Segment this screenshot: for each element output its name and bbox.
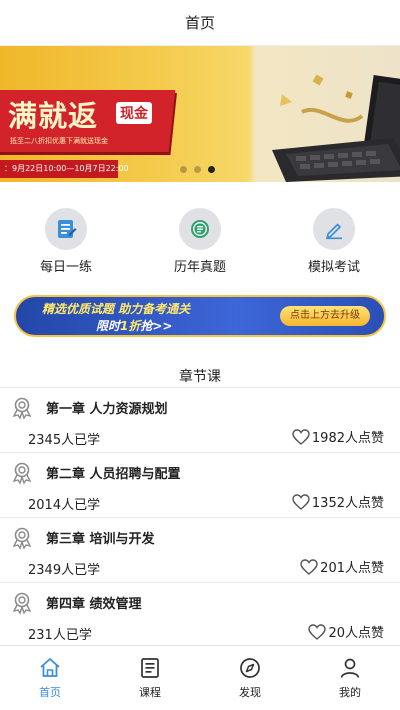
course-learners: 2349人已学 [28, 563, 101, 578]
banner-tag: 现金 [116, 102, 152, 124]
upgrade-promo-banner[interactable]: 精选优质试题 助力备考通关 限时1折抢>> 点击上方去升级 [14, 295, 386, 337]
quick-action-label: 模拟考试 [307, 260, 360, 275]
profile-icon [340, 658, 360, 678]
tab-label: 首页 [39, 686, 61, 699]
course-title: 第二章 人员招聘与配置 [46, 467, 181, 482]
heart-icon [292, 493, 310, 510]
quick-action-label: 每日一练 [39, 260, 92, 275]
upgrade-button[interactable]: 点击上方去升级 [280, 306, 370, 326]
course-icon [141, 658, 159, 678]
like-button[interactable]: 20人点赞 [308, 622, 384, 641]
tab-label: 发现 [239, 686, 261, 699]
page-title: 首页 [184, 14, 215, 32]
promo-banner-carousel[interactable]: 满就返 现金 抵至二八折扣优惠下满就送现金 ：9月22日10:00—10月7日2… [0, 46, 400, 182]
award-ribbon-icon [12, 527, 32, 550]
like-button[interactable]: 1982人点赞 [292, 427, 384, 446]
award-ribbon-icon [12, 397, 32, 420]
laptop-illustration [272, 74, 400, 182]
tab-profile[interactable]: 我的 [300, 646, 400, 710]
tab-courses[interactable]: 课程 [100, 646, 200, 710]
course-learners: 2345人已学 [28, 433, 101, 448]
quick-actions: 每日一练 历年真题 模拟考试 [0, 208, 400, 275]
like-count: 1352人点赞 [311, 496, 384, 511]
home-icon [40, 658, 60, 677]
like-button[interactable]: 201人点赞 [300, 557, 384, 576]
heart-icon [292, 428, 310, 445]
carousel-dot[interactable] [180, 166, 187, 173]
practice-icon [58, 220, 77, 238]
quick-action-daily-practice[interactable]: 每日一练 [6, 208, 126, 275]
promo-offer-discount: 1折 [120, 319, 141, 333]
carousel-dot[interactable] [194, 166, 201, 173]
promo-headline: 精选优质试题 助力备考通关 [42, 302, 191, 316]
quick-action-label: 历年真题 [173, 260, 226, 275]
tab-discover[interactable]: 发现 [200, 646, 300, 710]
top-header: 首页 [0, 0, 400, 46]
past-exams-icon [191, 220, 209, 238]
award-ribbon-icon [12, 462, 32, 485]
like-button[interactable]: 1352人点赞 [292, 492, 384, 511]
heart-icon [300, 558, 318, 575]
tab-home[interactable]: 首页 [0, 646, 100, 710]
bottom-tab-bar: 首页 课程 发现 我的 [0, 645, 400, 710]
quick-action-past-exams[interactable]: 历年真题 [140, 208, 260, 275]
banner-subline: 抵至二八折扣优惠下满就送现金 [10, 137, 108, 145]
mock-exam-icon [326, 223, 342, 240]
banner-headline: 满就返 [8, 99, 99, 133]
course-title: 第四章 绩效管理 [46, 597, 142, 612]
tab-label: 我的 [339, 686, 361, 699]
section-title: 章节课 [179, 369, 221, 385]
course-learners: 231人已学 [28, 628, 92, 643]
promo-offer: 限时1折抢>> [96, 317, 173, 334]
chapter-course-list: 第一章 人力资源规划 2345人已学 1982人点赞 第二章 人员招聘与配置 2… [0, 388, 400, 648]
carousel-dot-active[interactable] [208, 166, 215, 173]
compass-icon [240, 658, 260, 678]
quick-action-icon-wrap [45, 208, 87, 250]
course-title: 第一章 人力资源规划 [46, 402, 168, 417]
promo-offer-suffix: 抢>> [140, 319, 173, 333]
award-ribbon-icon [12, 592, 32, 615]
banner-date: ：9月22日10:00—10月7日22:00 [4, 164, 129, 173]
quick-action-mock-exam[interactable]: 模拟考试 [274, 208, 394, 275]
course-learners: 2014人已学 [28, 498, 101, 513]
quick-action-icon-wrap [179, 208, 221, 250]
heart-icon [308, 623, 327, 640]
list-item[interactable]: 第三章 培训与开发 2349人已学 201人点赞 [0, 518, 400, 583]
list-item[interactable]: 第四章 绩效管理 231人已学 20人点赞 [0, 583, 400, 648]
list-item[interactable]: 第二章 人员招聘与配置 2014人已学 1352人点赞 [0, 453, 400, 518]
like-count: 201人点赞 [320, 561, 384, 576]
like-count: 20人点赞 [328, 626, 384, 641]
carousel-indicator[interactable] [180, 166, 215, 173]
list-item[interactable]: 第一章 人力资源规划 2345人已学 1982人点赞 [0, 388, 400, 453]
course-title: 第三章 培训与开发 [46, 532, 155, 547]
quick-action-icon-wrap [313, 208, 355, 250]
tab-label: 课程 [139, 686, 161, 699]
promo-offer-prefix: 限时 [96, 319, 121, 333]
like-count: 1982人点赞 [311, 431, 384, 446]
